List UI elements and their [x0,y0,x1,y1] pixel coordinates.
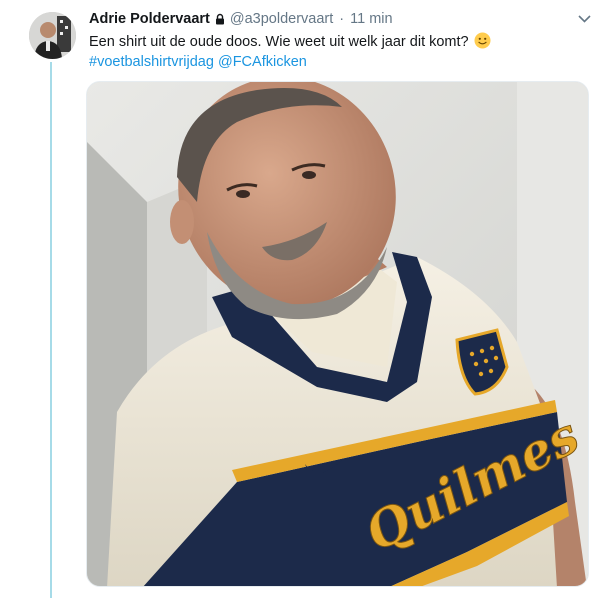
author-name[interactable]: Adrie Poldervaart [89,11,210,27]
avatar[interactable] [29,12,76,59]
thread-line [50,62,52,598]
smiling-face-emoji [474,32,491,55]
author-handle[interactable]: @a3poldervaart [230,11,333,27]
chevron-down-icon[interactable] [577,12,591,26]
tweet-text-body: Een shirt uit de oude doos. Wie weet uit… [89,34,469,50]
mention-link[interactable]: @FCAfkicken [218,54,307,70]
tweet[interactable]: Adrie Poldervaart @a3poldervaart · 11 mi… [0,0,613,598]
lock-icon [214,13,226,25]
tweet-links: #voetbalshirtvrijdag @FCAfkicken [89,52,307,72]
separator-dot: · [339,11,345,27]
timestamp[interactable]: 11 min [350,11,392,27]
hashtag-link[interactable]: #voetbalshirtvrijdag [89,54,214,70]
tweet-header: Adrie Poldervaart @a3poldervaart · 11 mi… [89,10,583,28]
tweet-photo[interactable]: Quilmes [86,81,589,587]
